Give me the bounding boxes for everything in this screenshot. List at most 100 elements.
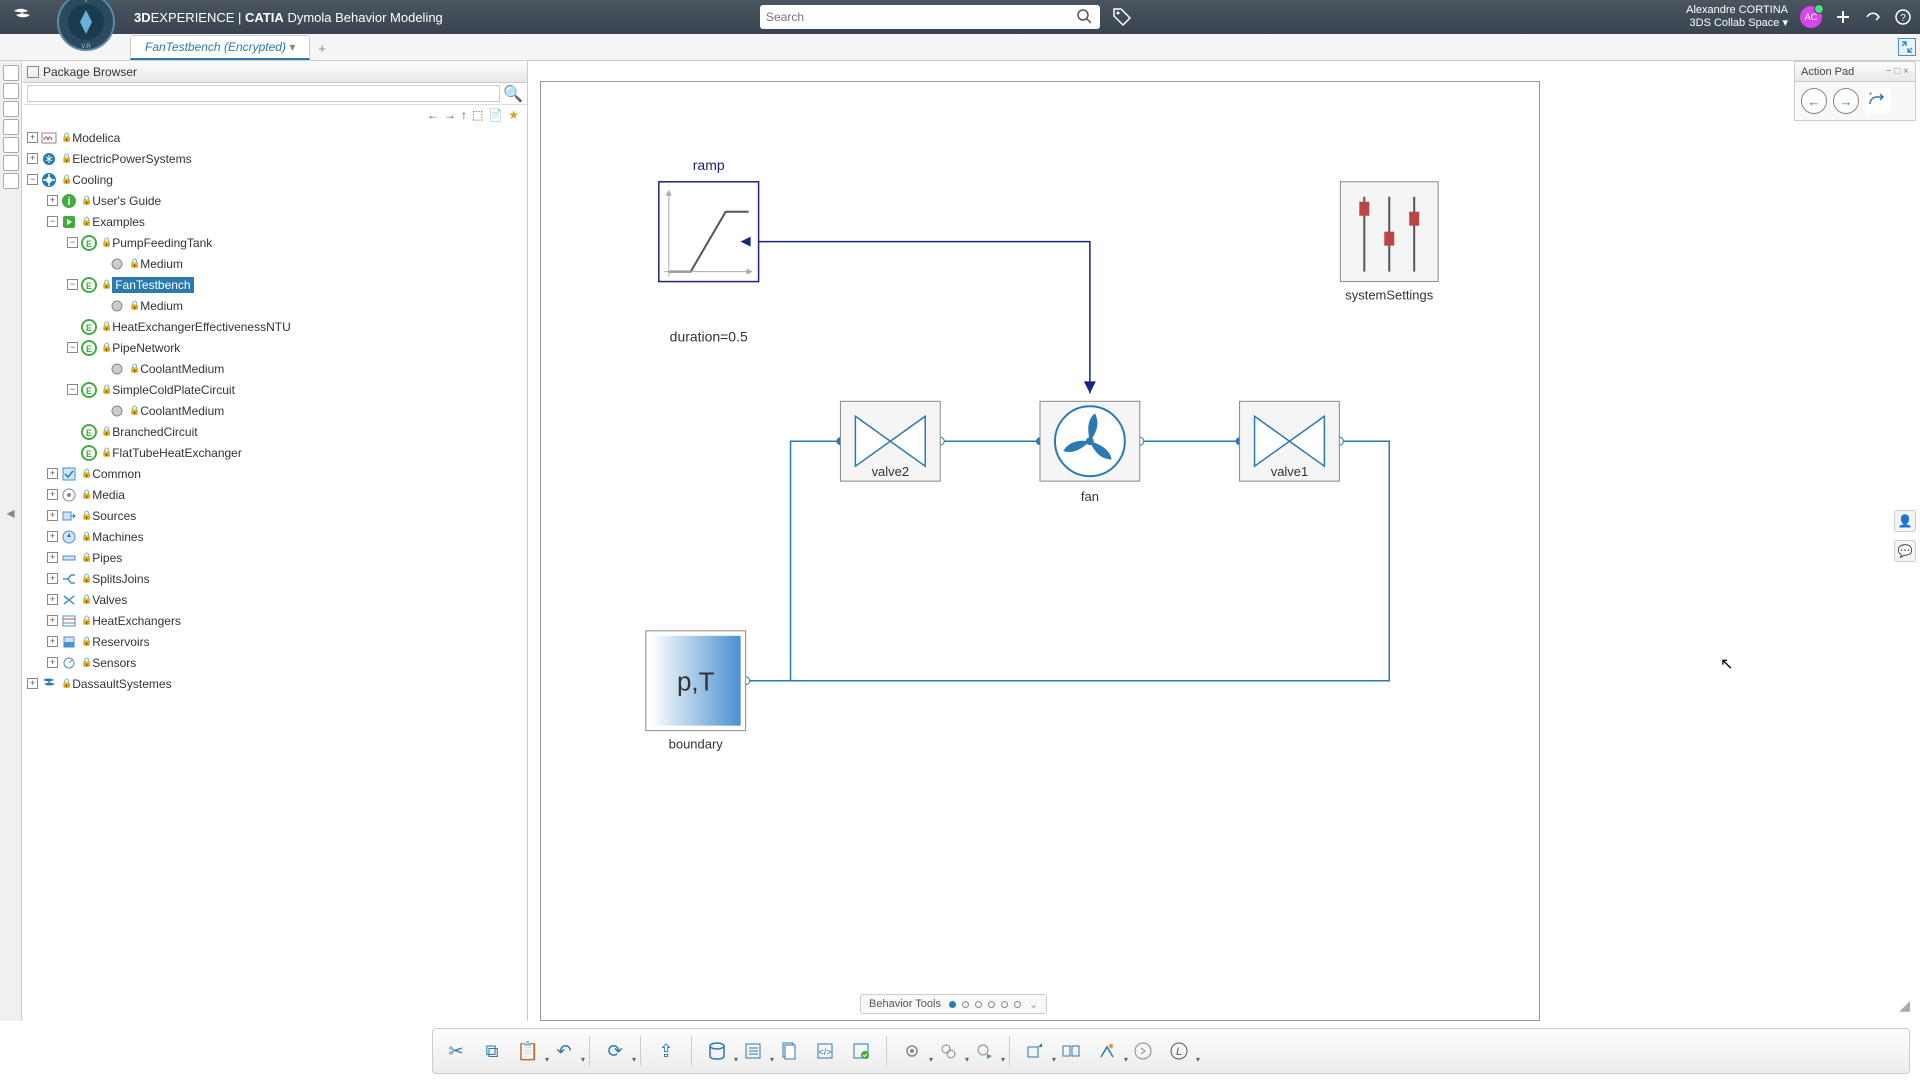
- toolbox-icon-5[interactable]: [3, 137, 19, 153]
- ds-logo-icon[interactable]: [8, 3, 36, 31]
- block-systemsettings[interactable]: systemSettings: [1340, 182, 1438, 303]
- tool-icon-3[interactable]: [1092, 1036, 1122, 1066]
- tree-item-coolantmedium-2[interactable]: 🔒CoolantMedium: [23, 400, 527, 421]
- copy-icon[interactable]: ⧉: [477, 1036, 507, 1066]
- nav-back-icon[interactable]: ←: [427, 108, 439, 122]
- tag-icon[interactable]: [1112, 7, 1132, 27]
- rf-person-icon[interactable]: 👤: [1894, 510, 1916, 532]
- collapse-panels-button[interactable]: [1898, 38, 1916, 56]
- page-dot-6[interactable]: [1014, 1001, 1021, 1008]
- search-input[interactable]: [766, 10, 1076, 24]
- tree-item-machines[interactable]: +🔒Machines: [23, 526, 527, 547]
- undo-icon[interactable]: ↶: [549, 1036, 579, 1066]
- tree-item-flattubehx[interactable]: E🔒FlatTubeHeatExchanger: [23, 442, 527, 463]
- db-icon[interactable]: [702, 1036, 732, 1066]
- toolbox-icon-3[interactable]: [3, 101, 19, 117]
- search-icon[interactable]: [1076, 8, 1094, 26]
- tree-item-pipes[interactable]: +🔒Pipes: [23, 547, 527, 568]
- expand-left-icon[interactable]: ◂: [3, 505, 19, 521]
- tree-item-hex[interactable]: E🔒HeatExchangerEffectivenessNTU: [23, 316, 527, 337]
- save-icon[interactable]: [846, 1036, 876, 1066]
- toolbox-icon-4[interactable]: [3, 119, 19, 135]
- gear-icon-2[interactable]: [933, 1036, 963, 1066]
- tree-item-cooling[interactable]: −🔒Cooling: [23, 169, 527, 190]
- nav-doc-icon[interactable]: 📄: [488, 108, 503, 122]
- page-dot-4[interactable]: [988, 1001, 995, 1008]
- code-icon[interactable]: </>: [810, 1036, 840, 1066]
- tree-item-branched[interactable]: E🔒BranchedCircuit: [23, 421, 527, 442]
- package-filter-input[interactable]: [27, 85, 500, 102]
- package-browser-header[interactable]: Package Browser: [23, 61, 527, 83]
- block-boundary[interactable]: p,T boundary: [646, 631, 746, 752]
- tab-add-button[interactable]: +: [310, 37, 334, 60]
- cut-icon[interactable]: ✂: [441, 1036, 471, 1066]
- toolbox-icon-6[interactable]: [3, 155, 19, 171]
- export-icon[interactable]: ⇪: [651, 1036, 681, 1066]
- block-valve2[interactable]: valve2: [840, 401, 940, 481]
- more-icon[interactable]: [1128, 1036, 1158, 1066]
- block-fan[interactable]: fan: [1040, 401, 1140, 504]
- avatar[interactable]: AC: [1800, 6, 1822, 28]
- strip-chevron-icon[interactable]: ⌄: [1029, 998, 1038, 1011]
- tool-icon-1[interactable]: [1020, 1036, 1050, 1066]
- diagram-canvas[interactable]: ramp duration=0.5 valve2: [530, 61, 1920, 1022]
- nav-tree-icon[interactable]: ⬚: [472, 108, 483, 122]
- nav-fwd-icon[interactable]: →: [444, 108, 456, 122]
- tree-item-medium-2[interactable]: 🔒Medium: [23, 295, 527, 316]
- tab-fantestbench[interactable]: FanTestbench (Encrypted) ▾: [130, 35, 310, 60]
- tree-item-sensors[interactable]: +🔒Sensors: [23, 652, 527, 673]
- rf-chat-icon[interactable]: 💬: [1894, 540, 1916, 562]
- tree-item-heatex[interactable]: +🔒HeatExchangers: [23, 610, 527, 631]
- share-icon[interactable]: [1864, 8, 1882, 26]
- toolbox-icon-1[interactable]: [3, 65, 19, 81]
- tree-item-valves[interactable]: +🔒Valves: [23, 589, 527, 610]
- block-valve1[interactable]: valve1: [1240, 401, 1340, 481]
- add-icon[interactable]: [1834, 8, 1852, 26]
- help-icon[interactable]: ?: [1894, 8, 1912, 26]
- action-pad-header[interactable]: Action Pad − □ ×: [1795, 62, 1915, 82]
- tree-item-common[interactable]: +🔒Common: [23, 463, 527, 484]
- behavior-tools-strip[interactable]: Behavior Tools ⌄: [860, 994, 1047, 1014]
- ap-back-icon[interactable]: ←: [1801, 88, 1827, 114]
- nav-fav-icon[interactable]: ★: [508, 108, 519, 122]
- tree-item-examples[interactable]: −🔒Examples: [23, 211, 527, 232]
- block-ramp[interactable]: ramp duration=0.5: [659, 157, 759, 345]
- gear-play-icon[interactable]: [969, 1036, 999, 1066]
- paste-icon[interactable]: 📋: [513, 1036, 543, 1066]
- tree-item-users-guide[interactable]: +i🔒User's Guide: [23, 190, 527, 211]
- user-info[interactable]: Alexandre CORTINA 3DS Collab Space ▾: [1686, 4, 1788, 30]
- tree-item-splitsjoins[interactable]: +🔒SplitsJoins: [23, 568, 527, 589]
- resize-handle-icon[interactable]: ◢: [1899, 997, 1910, 1014]
- tree-item-fantestbench[interactable]: −E🔒FanTestbench: [23, 274, 527, 295]
- ap-forward-icon[interactable]: →: [1833, 88, 1859, 114]
- tree-item-modelica[interactable]: +🔒Modelica: [23, 127, 527, 148]
- search-box[interactable]: [760, 5, 1100, 29]
- tree-item-sources[interactable]: +🔒Sources: [23, 505, 527, 526]
- tree-item-eps[interactable]: +🔒ElectricPowerSystems: [23, 148, 527, 169]
- filter-search-icon[interactable]: 🔍: [503, 84, 523, 104]
- page-dot-1[interactable]: [949, 1001, 956, 1008]
- tree-item-dassaultsystemes[interactable]: +🔒DassaultSystemes: [23, 673, 527, 694]
- toolbox-icon-2[interactable]: [3, 83, 19, 99]
- checkbox-icon[interactable]: [27, 66, 39, 78]
- refresh-icon[interactable]: ⟳: [600, 1036, 630, 1066]
- tree-item-simplecoldplate[interactable]: −E🔒SimpleColdPlateCircuit: [23, 379, 527, 400]
- list-icon[interactable]: [738, 1036, 768, 1066]
- page-dot-2[interactable]: [962, 1001, 969, 1008]
- tree-item-medium-1[interactable]: 🔒Medium: [23, 253, 527, 274]
- layer-icon[interactable]: L: [1164, 1036, 1194, 1066]
- tree-item-coolantmedium-1[interactable]: 🔒CoolantMedium: [23, 358, 527, 379]
- compass-icon[interactable]: VV.R: [56, 0, 116, 52]
- tool-icon-2[interactable]: [1056, 1036, 1086, 1066]
- tree-item-pipenetwork[interactable]: −E🔒PipeNetwork: [23, 337, 527, 358]
- toolbox-icon-7[interactable]: [3, 173, 19, 189]
- gear-icon-1[interactable]: [897, 1036, 927, 1066]
- page-dot-3[interactable]: [975, 1001, 982, 1008]
- tree-item-pumpfeedingtank[interactable]: −E🔒PumpFeedingTank: [23, 232, 527, 253]
- doc-icon[interactable]: [774, 1036, 804, 1066]
- tree-item-reservoirs[interactable]: +🔒Reservoirs: [23, 631, 527, 652]
- nav-up-icon[interactable]: ↑: [461, 108, 467, 122]
- ap-refresh-icon[interactable]: *: [1865, 88, 1891, 114]
- tree-item-media[interactable]: +🔒Media: [23, 484, 527, 505]
- page-dot-5[interactable]: [1001, 1001, 1008, 1008]
